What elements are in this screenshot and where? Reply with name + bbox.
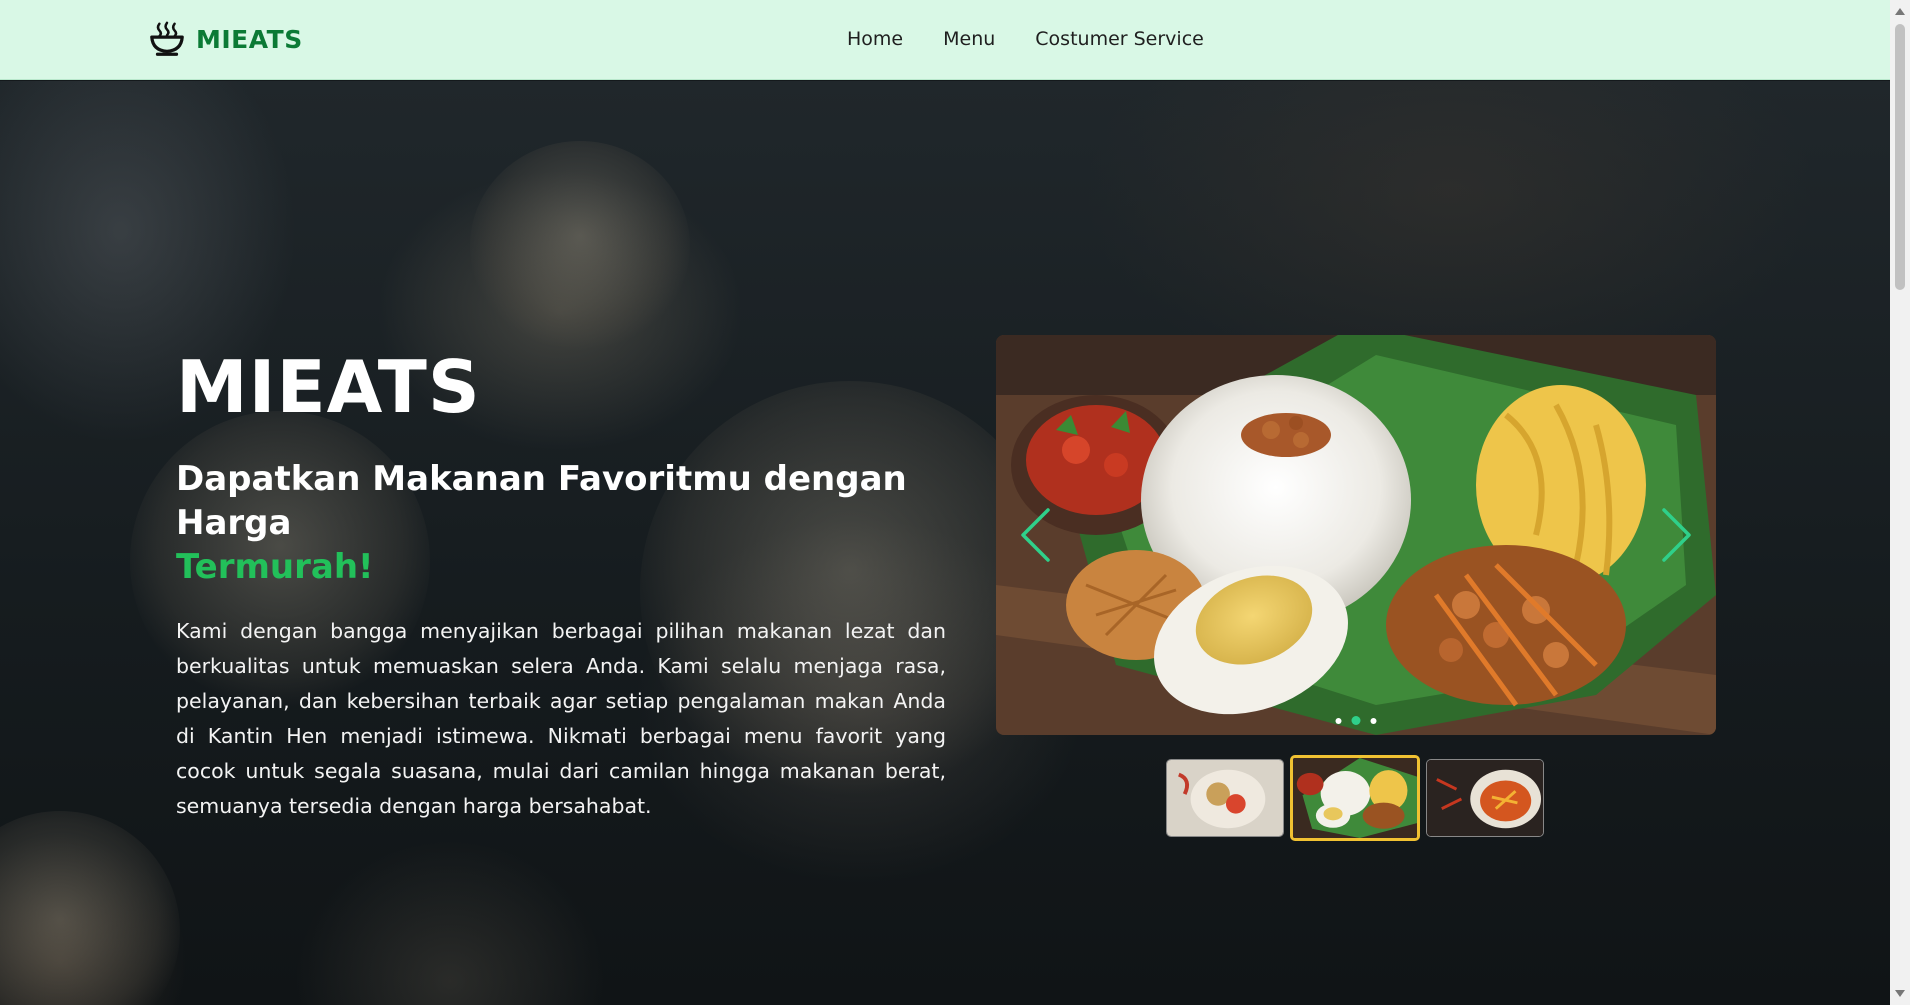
thumbnail-2-image bbox=[1293, 758, 1417, 838]
brand[interactable]: MIEATS bbox=[148, 20, 303, 58]
thumbnail-3[interactable] bbox=[1426, 759, 1544, 837]
scroll-down-icon[interactable] bbox=[1895, 990, 1905, 997]
chevron-right-icon bbox=[1662, 508, 1691, 562]
background-bowl bbox=[470, 141, 690, 351]
scroll-thumb[interactable] bbox=[1895, 24, 1905, 290]
background-bowl-small bbox=[0, 811, 180, 1005]
carousel-dot-1[interactable] bbox=[1335, 717, 1342, 724]
nav-links: Home Menu Costumer Service bbox=[847, 28, 1204, 50]
nav-link-home[interactable]: Home bbox=[847, 28, 903, 50]
hero-subtitle-text: Dapatkan Makanan Favoritmu dengan Harga bbox=[176, 459, 907, 544]
hero-description: Kami dengan bangga menyajikan berbagai p… bbox=[176, 618, 946, 818]
carousel-prev-button[interactable] bbox=[1010, 505, 1060, 565]
thumbnail-1[interactable] bbox=[1166, 759, 1284, 837]
thumbnail-1-image bbox=[1167, 760, 1283, 836]
carousel-thumbnails bbox=[1166, 755, 1544, 841]
hero-text: MIEATS Dapatkan Makanan Favoritmu dengan… bbox=[176, 351, 946, 824]
hero-subtitle-accent: Termurah! bbox=[176, 547, 374, 588]
carousel-slide-image bbox=[996, 335, 1716, 735]
nav-link-menu[interactable]: Menu bbox=[943, 28, 995, 50]
hero-title: MIEATS bbox=[176, 345, 481, 429]
food-carousel[interactable] bbox=[996, 335, 1716, 735]
carousel-next-button[interactable] bbox=[1652, 505, 1702, 565]
carousel-dot-2[interactable] bbox=[1351, 716, 1361, 725]
thumbnail-2[interactable] bbox=[1290, 755, 1420, 841]
nav-link-customer-service[interactable]: Costumer Service bbox=[1035, 28, 1204, 50]
chevron-left-icon bbox=[1021, 508, 1050, 562]
scroll-up-icon[interactable] bbox=[1895, 8, 1905, 15]
page-scrollbar[interactable] bbox=[1890, 0, 1910, 1005]
carousel-indicators bbox=[1335, 716, 1377, 725]
brand-name: MIEATS bbox=[196, 24, 303, 54]
steaming-bowl-icon bbox=[150, 21, 184, 56]
carousel-dot-3[interactable] bbox=[1370, 717, 1377, 724]
thumbnail-3-image bbox=[1427, 760, 1543, 836]
hero-subtitle: Dapatkan Makanan Favoritmu dengan Harga … bbox=[176, 457, 946, 590]
navbar: MIEATS Home Menu Costumer Service bbox=[0, 0, 1890, 80]
